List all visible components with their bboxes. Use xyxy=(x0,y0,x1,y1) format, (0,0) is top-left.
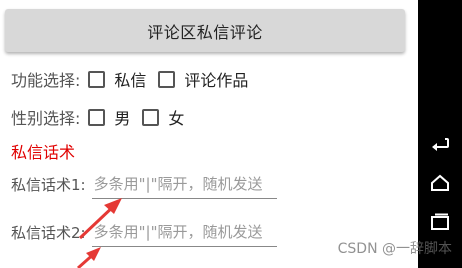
checkbox-male-label: 男 xyxy=(114,109,131,128)
dm-script-2-row: 私信话术2: xyxy=(11,220,277,247)
dm-script-2-label: 私信话术2: xyxy=(11,224,86,242)
android-nav-bar xyxy=(418,0,462,268)
checkbox-private-message-label: 私信 xyxy=(114,71,147,90)
checkbox-private-message-box[interactable] xyxy=(88,70,106,88)
home-icon[interactable] xyxy=(429,172,451,194)
checkbox-private-message[interactable]: 私信 xyxy=(88,67,146,91)
gender-select-label: 性别选择: xyxy=(11,109,81,128)
gender-select-row: 性别选择: 男 女 xyxy=(11,105,184,129)
recents-icon[interactable] xyxy=(429,211,451,233)
checkbox-male-box[interactable] xyxy=(88,108,106,126)
section-title-dm-script: 私信话术 xyxy=(11,143,76,162)
checkbox-female[interactable]: 女 xyxy=(142,105,184,129)
dm-script-1-input[interactable] xyxy=(91,172,277,199)
comment-dm-button[interactable]: 评论区私信评论 xyxy=(5,9,405,52)
checkbox-comment-works-label: 评论作品 xyxy=(184,71,249,90)
dm-script-2-input[interactable] xyxy=(91,220,277,247)
function-select-row: 功能选择: 私信 评论作品 xyxy=(11,67,248,91)
csdn-watermark: CSDN @一辞脚本 xyxy=(337,241,452,257)
function-select-label: 功能选择: xyxy=(11,71,81,90)
checkbox-female-label: 女 xyxy=(168,109,185,128)
app-screen: 评论区私信评论 功能选择: 私信 评论作品 性别选择: 男 女 私信话术 私信话… xyxy=(0,0,412,268)
back-icon[interactable] xyxy=(429,133,451,155)
checkbox-comment-works-box[interactable] xyxy=(158,70,176,88)
dm-script-1-row: 私信话术1: xyxy=(11,172,277,199)
checkbox-comment-works[interactable]: 评论作品 xyxy=(158,67,248,91)
checkbox-female-box[interactable] xyxy=(142,108,160,126)
comment-dm-button-label: 评论区私信评论 xyxy=(147,22,263,42)
checkbox-male[interactable]: 男 xyxy=(88,105,130,129)
dm-script-1-label: 私信话术1: xyxy=(11,176,86,194)
